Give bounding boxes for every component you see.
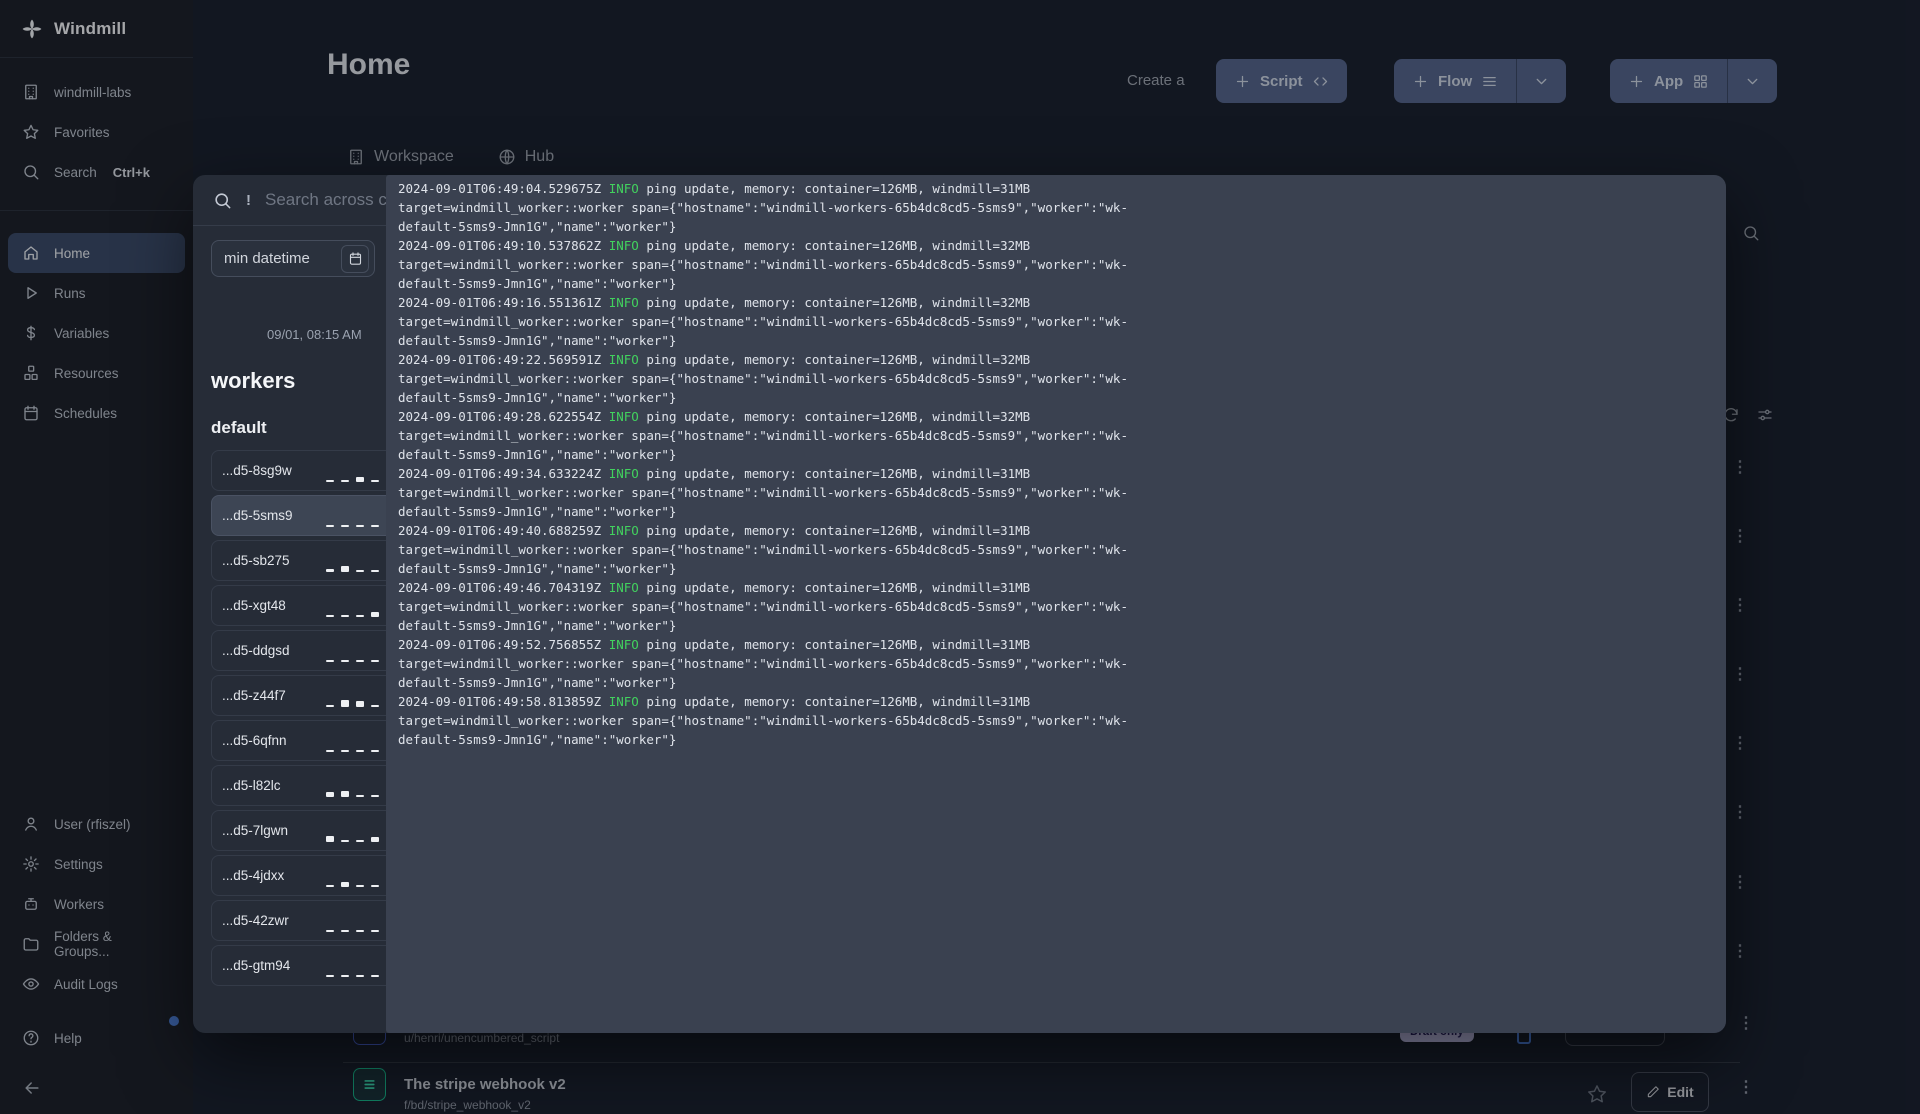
log-level: INFO [608, 637, 639, 652]
log-level: INFO [608, 694, 639, 709]
log-entry: 2024-09-01T06:49:34.633224Z INFO ping up… [398, 466, 1128, 519]
worker-id: ...d5-sb275 [222, 553, 290, 568]
log-entry: 2024-09-01T06:49:22.569591Z INFO ping up… [398, 352, 1128, 405]
log-timestamp: 2024-09-01T06:49:16.551361Z [398, 295, 602, 310]
worker-id: ...d5-gtm94 [222, 958, 291, 973]
log-timestamp: 2024-09-01T06:49:34.633224Z [398, 466, 602, 481]
log-level: INFO [608, 181, 639, 196]
log-entry: 2024-09-01T06:49:58.813859Z INFO ping up… [398, 694, 1128, 747]
log-timestamp: 2024-09-01T06:49:04.529675Z [398, 181, 602, 196]
worker-id: ...d5-6qfnn [222, 733, 287, 748]
log-entry: 2024-09-01T06:49:40.688259Z INFO ping up… [398, 523, 1128, 576]
search-prefix: ! [246, 191, 251, 209]
log-entry: 2024-09-01T06:49:52.756855Z INFO ping up… [398, 637, 1128, 690]
worker-id: ...d5-ddgsd [222, 643, 290, 658]
log-level: INFO [608, 580, 639, 595]
log-block-current[interactable]: 2024-09-01T06:49:04.529675Z INFO ping up… [386, 175, 1726, 1033]
log-level: INFO [608, 409, 639, 424]
worker-id: ...d5-7lgwn [222, 823, 289, 838]
log-timestamp: 2024-09-01T06:49:46.704319Z [398, 580, 602, 595]
log-level: INFO [608, 295, 639, 310]
log-entry: 2024-09-01T06:49:04.529675Z INFO ping up… [398, 181, 1128, 234]
log-timestamp: 2024-09-01T06:49:28.622554Z [398, 409, 602, 424]
log-panel: 1 min delay: logs are compacted before b… [386, 175, 1726, 1033]
worker-id: ...d5-xgt48 [222, 598, 286, 613]
log-entry: 2024-09-01T06:49:28.622554Z INFO ping up… [398, 409, 1128, 462]
log-timestamp: 2024-09-01T06:49:52.756855Z [398, 637, 602, 652]
min-datetime-input[interactable]: min datetime [211, 240, 376, 277]
log-level: INFO [608, 352, 639, 367]
log-timestamp: 2024-09-01T06:49:40.688259Z [398, 523, 602, 538]
windmill-app: Windmill windmill-labs Favorites Search Ctr… [0, 0, 1920, 1114]
min-datetime-label: min datetime [224, 250, 310, 267]
range-start: 09/01, 08:15 AM [267, 327, 362, 342]
worker-id: ...d5-8sg9w [222, 463, 292, 478]
log-timestamp: 2024-09-01T06:49:22.569591Z [398, 352, 602, 367]
log-entry: 2024-09-01T06:49:16.551361Z INFO ping up… [398, 295, 1128, 348]
worker-id: ...d5-42zwr [222, 913, 289, 928]
worker-id: ...d5-4jdxx [222, 868, 285, 883]
worker-id: ...d5-l82lc [222, 778, 281, 793]
log-entry: 2024-09-01T06:49:10.537862Z INFO ping up… [398, 238, 1128, 291]
search-icon [213, 191, 232, 210]
calendar-icon[interactable] [341, 244, 370, 273]
logs-explorer-modal: ! min datetime Last 1000 logfiles [193, 175, 1726, 1033]
log-entry: 2024-09-01T06:49:46.704319Z INFO ping up… [398, 580, 1128, 633]
worker-id: ...d5-5sms9 [222, 508, 293, 523]
log-timestamp: 2024-09-01T06:49:10.537862Z [398, 238, 602, 253]
log-level: INFO [608, 466, 639, 481]
log-level: INFO [608, 238, 639, 253]
log-level: INFO [608, 523, 639, 538]
log-timestamp: 2024-09-01T06:49:58.813859Z [398, 694, 602, 709]
worker-id: ...d5-z44f7 [222, 688, 286, 703]
